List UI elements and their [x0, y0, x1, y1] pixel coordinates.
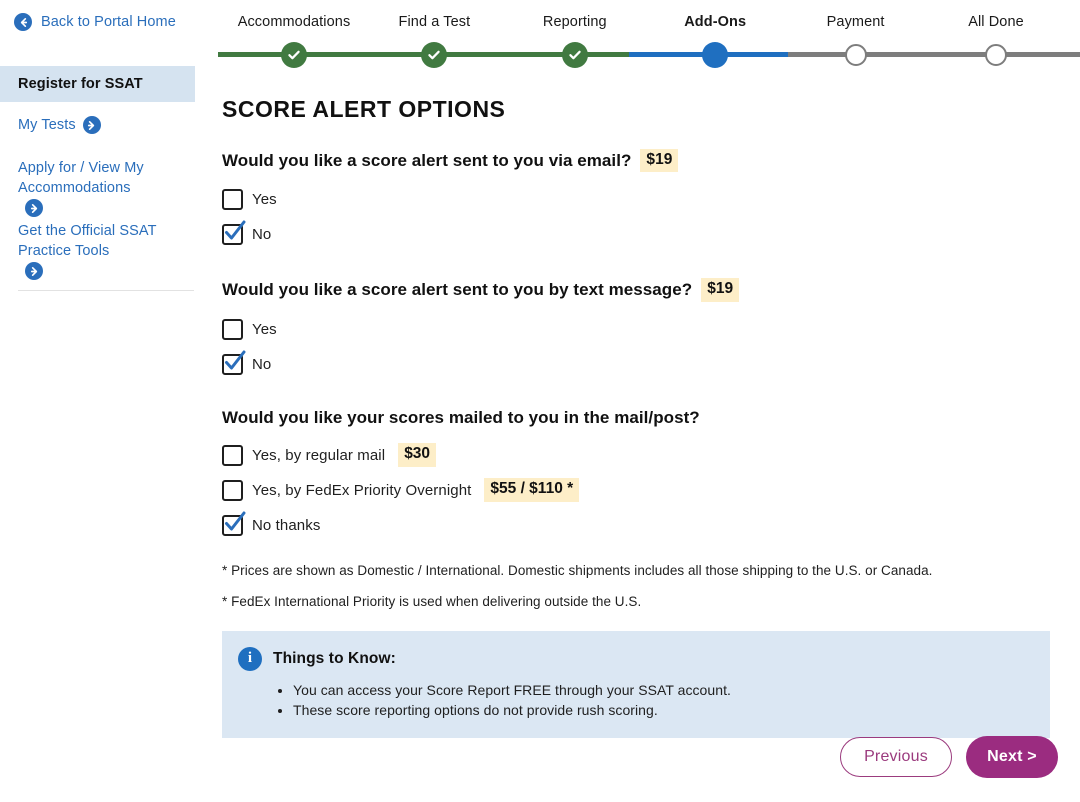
- checkbox-option[interactable]: No: [222, 347, 1052, 382]
- sidebar-divider: [18, 290, 194, 291]
- things-to-know-list: You can access your Score Report FREE th…: [238, 680, 1032, 720]
- option-label: No: [252, 226, 272, 244]
- question-text: Would you like a score alert sent to you…: [222, 150, 632, 170]
- stepper-label-add-ons: Add-Ons: [684, 14, 747, 30]
- check-icon: [225, 511, 246, 531]
- arrow-right-circle-icon: [82, 116, 101, 134]
- stepper-node-find-a-test[interactable]: [421, 41, 448, 68]
- check-icon: [428, 50, 441, 59]
- stepper-track-segment: [294, 52, 435, 57]
- options-group-3: Yes, by regular mail $30 Yes, by FedEx Pri…: [222, 438, 1052, 543]
- check-icon: [225, 220, 246, 240]
- back-to-portal-home-link[interactable]: Back to Portal Home: [14, 13, 176, 31]
- sidebar-item-practice-tools-label: Get the Official SSAT Practice Tools: [18, 223, 157, 259]
- stepper-node-reporting[interactable]: [561, 41, 588, 68]
- check-icon: [288, 50, 300, 59]
- question-text: Would you like your scores mailed to you…: [222, 407, 700, 427]
- checkbox-option[interactable]: No: [222, 217, 1052, 252]
- sidebar-item-accommodations[interactable]: Apply for / View My Accommodations: [18, 158, 190, 217]
- form-navigation: Previous Next >: [840, 736, 1058, 778]
- question-3: Would you like your scores mailed to you…: [222, 408, 1052, 428]
- stepper-label-payment: Payment: [826, 14, 885, 30]
- sidebar: Back to Portal Home Register for SSAT My…: [0, 0, 210, 802]
- option-price-badge: $30: [398, 443, 437, 467]
- checkbox-option[interactable]: No thanks: [222, 508, 1052, 543]
- stepper-track-segment: [434, 52, 575, 57]
- things-to-know-header: i Things to Know:: [238, 646, 1032, 671]
- sidebar-item-register-for-ssat[interactable]: Register for SSAT: [0, 66, 195, 102]
- arrow-left-circle-icon: [14, 13, 32, 31]
- things-to-know-box: i Things to Know: You can access your Sc…: [222, 630, 1050, 738]
- page-title: SCORE ALERT OPTIONS: [222, 96, 506, 122]
- question-2: Would you like a score alert sent to you…: [222, 278, 1052, 302]
- checkbox-unchecked[interactable]: [222, 318, 243, 340]
- stepper-node-add-ons[interactable]: [702, 41, 729, 68]
- stepper-node-accommodations[interactable]: [281, 41, 307, 68]
- things-to-know-item: These score reporting options do not pro…: [293, 700, 1032, 720]
- option-label: No: [252, 355, 272, 373]
- info-circle-icon: i: [238, 646, 262, 671]
- footnote-fedex: * FedEx International Priority is used w…: [222, 593, 642, 609]
- things-to-know-title: Things to Know:: [273, 649, 396, 667]
- next-button[interactable]: Next >: [966, 736, 1058, 778]
- question-price-badge: $19: [640, 149, 679, 173]
- questions-list: Would you like a score alert sent to you…: [222, 149, 1052, 543]
- things-to-know-item: You can access your Score Report FREE th…: [293, 680, 1032, 700]
- option-label: Yes, by FedEx Priority Overnight: [252, 481, 472, 499]
- checkbox-option[interactable]: Yes: [222, 312, 1052, 347]
- arrow-right-circle-icon: [25, 199, 43, 217]
- option-label: Yes: [252, 320, 277, 338]
- check-icon: [225, 350, 246, 370]
- stepper-label-find-a-test: Find a Test: [398, 14, 471, 30]
- sidebar-item-my-tests[interactable]: My Tests: [18, 115, 190, 135]
- option-label: No thanks: [252, 516, 321, 534]
- option-label: Yes, by regular mail: [252, 446, 386, 464]
- options-group-1: Yes No: [222, 182, 1052, 252]
- back-to-portal-home-label: Back to Portal Home: [41, 14, 176, 30]
- progress-stepper: Accommodations Find a Test Reporting Add-On…: [210, 0, 1080, 90]
- previous-button[interactable]: Previous: [840, 737, 952, 777]
- question-price-badge: $19: [701, 278, 740, 302]
- sidebar-item-accommodations-label: Apply for / View My Accommodations: [18, 160, 144, 196]
- checkbox-option[interactable]: Yes, by regular mail $30: [222, 438, 1052, 473]
- stepper-track-segment: [996, 52, 1080, 57]
- checkbox-checked[interactable]: [222, 511, 246, 536]
- question-1: Would you like a score alert sent to you…: [222, 149, 1052, 173]
- stepper-node-payment[interactable]: [844, 43, 867, 66]
- checkbox-unchecked[interactable]: [222, 444, 243, 466]
- checkbox-unchecked[interactable]: [222, 479, 243, 501]
- sidebar-item-my-tests-label: My Tests: [18, 117, 76, 133]
- check-icon: [569, 50, 581, 59]
- option-price-badge: $55 / $110 *: [484, 478, 580, 502]
- option-label: Yes: [252, 191, 277, 209]
- checkbox-checked[interactable]: [222, 350, 246, 375]
- registration-page: Back to Portal Home Register for SSAT My…: [0, 0, 1080, 802]
- checkbox-checked[interactable]: [222, 220, 246, 246]
- checkbox-unchecked[interactable]: [222, 189, 243, 211]
- footnote-prices: * Prices are shown as Domestic / Interna…: [222, 562, 933, 578]
- main-content: SCORE ALERT OPTIONS Would you like a sco…: [222, 96, 1052, 738]
- checkbox-option[interactable]: Yes: [222, 182, 1052, 217]
- stepper-label-all-done: All Done: [968, 14, 1024, 30]
- checkbox-option[interactable]: Yes, by FedEx Priority Overnight $55 / $1…: [222, 473, 1052, 508]
- stepper-label-accommodations: Accommodations: [237, 14, 351, 30]
- arrow-right-circle-icon: [25, 262, 43, 280]
- sidebar-item-practice-tools[interactable]: Get the Official SSAT Practice Tools: [18, 221, 190, 280]
- stepper-track-segment: [855, 52, 996, 57]
- sidebar-item-register-label: Register for SSAT: [18, 76, 143, 92]
- stepper-label-reporting: Reporting: [542, 14, 607, 30]
- question-text: Would you like a score alert sent to you…: [222, 279, 693, 299]
- stepper-node-all-done[interactable]: [985, 43, 1007, 66]
- options-group-2: Yes No: [222, 312, 1052, 382]
